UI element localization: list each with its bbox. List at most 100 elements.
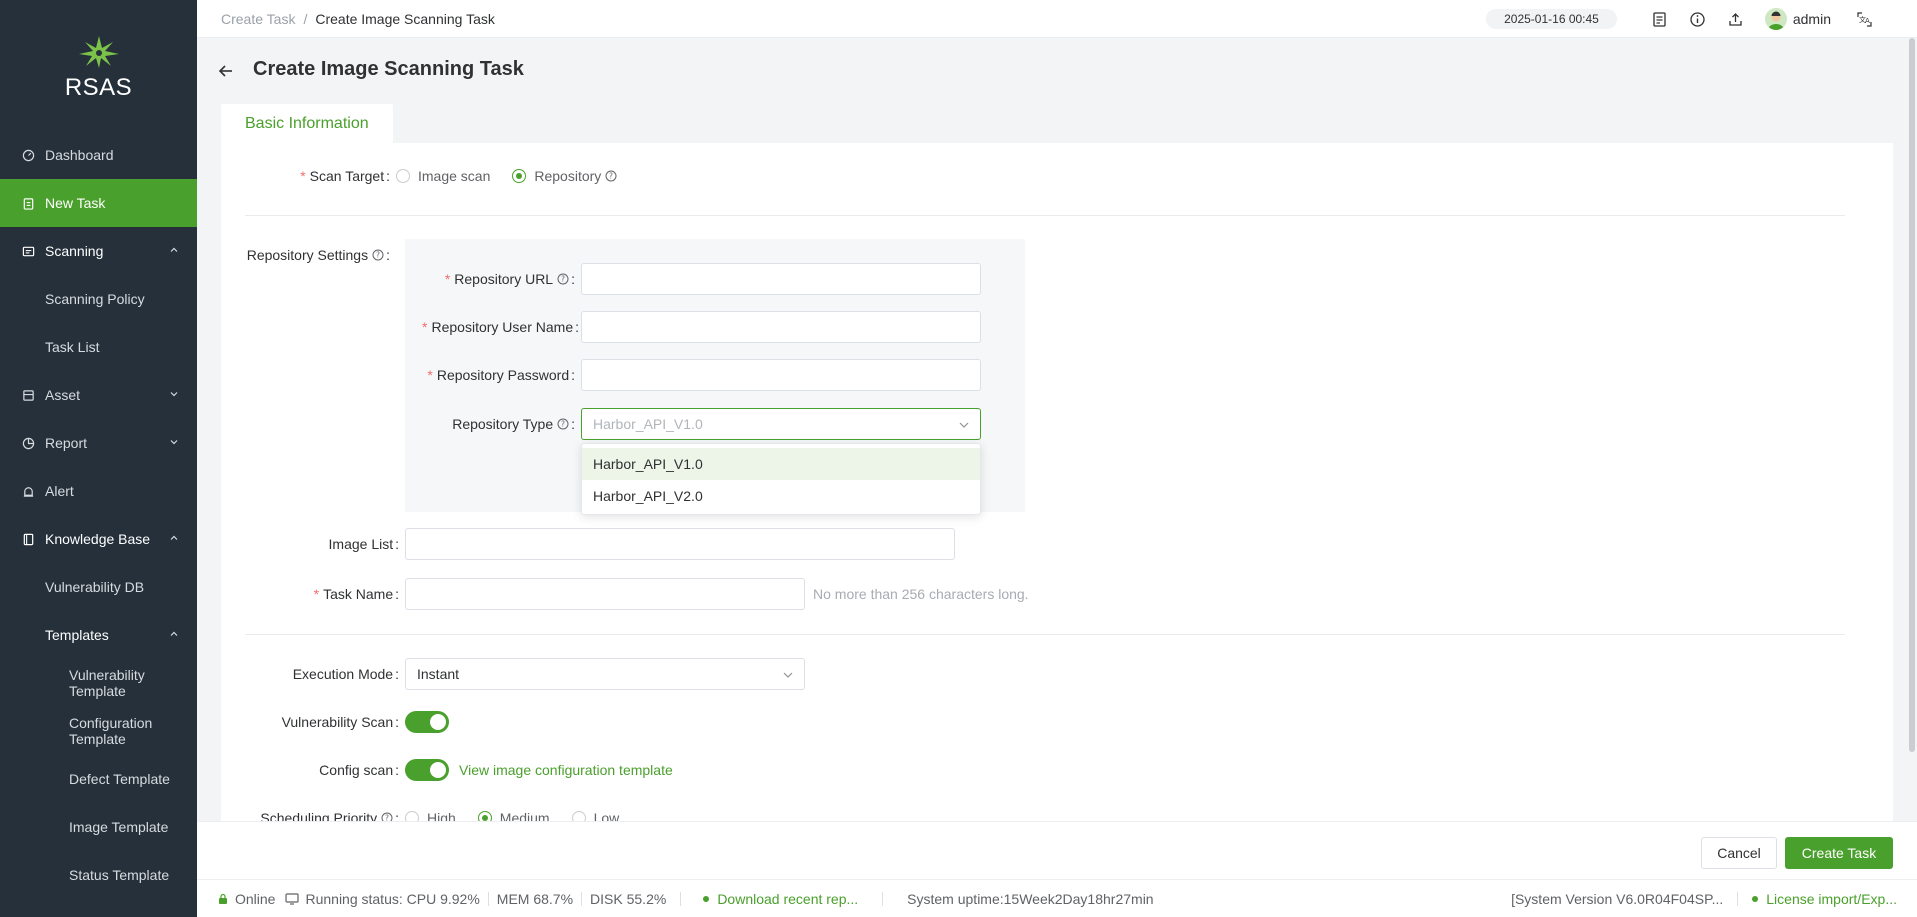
help-icon[interactable]: ? — [557, 418, 569, 430]
vuln-scan-label: Vulnerability Scan: — [281, 714, 399, 730]
sidebar-item-scanning[interactable]: Scanning — [0, 227, 197, 275]
status-separator — [487, 891, 489, 906]
sidebar-item-asset[interactable]: Asset — [0, 371, 197, 419]
help-icon[interactable]: ? — [381, 812, 393, 821]
sidebar-item-label: Scanning — [45, 243, 104, 259]
clipboard-icon — [21, 196, 35, 210]
repo-user-label: * Repository User Name: — [422, 319, 579, 335]
sidebar-item-image-template[interactable]: Image Template — [0, 803, 197, 851]
scan-target-label: * Scan Target: — [300, 168, 390, 184]
language-icon[interactable]: 文A — [1855, 10, 1873, 28]
breadcrumb-item-create-task[interactable]: Create Task — [221, 11, 295, 27]
config-scan-row: Config scan: View image configuration te… — [221, 759, 673, 781]
page-title: Create Image Scanning Task — [253, 58, 524, 80]
download-report-link[interactable]: Download recent rep... — [703, 891, 858, 907]
sidebar-item-defect-template[interactable]: Defect Template — [0, 755, 197, 803]
divider — [245, 634, 1845, 635]
image-list-input[interactable] — [405, 528, 955, 560]
repo-type-select[interactable]: Harbor_API_V1.0 — [581, 408, 981, 440]
status-bar: Online Running status: CPU 9.92% MEM 68.… — [197, 879, 1917, 917]
scan-icon — [21, 244, 35, 258]
sidebar-item-label: Configuration Template — [69, 715, 153, 747]
username[interactable]: admin — [1793, 11, 1831, 27]
sidebar-item-label: Status Template — [69, 867, 170, 883]
cancel-button[interactable]: Cancel — [1701, 837, 1777, 869]
execution-mode-label: Execution Mode: — [292, 666, 399, 682]
sidebar-item-vulnerability-db[interactable]: Vulnerability DB — [0, 563, 197, 611]
sidebar-item-label: New Task — [45, 195, 106, 211]
document-icon[interactable] — [1651, 10, 1669, 28]
vuln-scan-toggle[interactable] — [405, 711, 449, 733]
datetime: 2025-01-16 00:45 — [1486, 9, 1617, 29]
sidebar-item-configuration-template[interactable]: Configuration Template — [0, 707, 160, 755]
radio-image-scan[interactable]: Image scan — [396, 168, 490, 184]
repo-password-label: * Repository Password: — [427, 367, 575, 383]
view-config-template-link[interactable]: View image configuration template — [459, 762, 673, 778]
sidebar-item-label: Vulnerability DB — [45, 579, 145, 595]
dashboard-icon — [21, 148, 35, 162]
alarm-icon — [21, 484, 35, 498]
page-scrollbar[interactable] — [1909, 38, 1915, 752]
sidebar-item-label: Defect Template — [69, 771, 170, 787]
sidebar-item-scanning-policy[interactable]: Scanning Policy — [0, 275, 197, 323]
sidebar-item-label: Image Template — [69, 819, 169, 835]
task-name-input[interactable] — [405, 578, 805, 610]
monitor-icon — [285, 892, 300, 905]
app-name: RSAS — [64, 74, 133, 101]
sidebar-item-status-template[interactable]: Status Template — [0, 851, 197, 899]
vuln-scan-row: Vulnerability Scan: — [221, 711, 449, 733]
repo-url-row: * Repository URL ? : — [405, 263, 981, 295]
repo-user-input[interactable] — [581, 311, 981, 343]
sidebar-item-templates[interactable]: Templates — [0, 611, 197, 659]
back-arrow-icon[interactable] — [217, 62, 235, 80]
chevron-up-icon — [170, 247, 178, 252]
sidebar-item-task-list[interactable]: Task List — [0, 323, 197, 371]
sidebar-item-knowledge-base[interactable]: Knowledge Base — [0, 515, 197, 563]
task-name-row: * Task Name: No more than 256 characters… — [221, 578, 1029, 610]
sidebar-item-label: Vulnerability Template — [69, 667, 145, 699]
sidebar-item-label: Alert — [45, 483, 74, 499]
license-link[interactable]: License import/Exp... — [1752, 891, 1897, 907]
radio-priority-low[interactable]: Low — [571, 810, 619, 821]
help-icon[interactable]: ? — [372, 249, 384, 261]
sidebar-item-alert[interactable]: Alert — [0, 467, 197, 515]
sidebar-item-dashboard[interactable]: Dashboard — [0, 131, 197, 179]
info-icon[interactable] — [1689, 10, 1707, 28]
help-icon[interactable]: ? — [605, 170, 617, 182]
image-list-row: Image List: — [221, 528, 955, 560]
avatar[interactable] — [1764, 8, 1787, 30]
radio-priority-medium[interactable]: Medium — [477, 810, 550, 821]
repo-type-row: Repository Type ? : Harbor_API_V1.0 — [405, 408, 981, 440]
execution-mode-select[interactable]: Instant — [405, 658, 805, 690]
sidebar-item-report[interactable]: Report — [0, 419, 197, 467]
svg-text:?: ? — [376, 251, 380, 260]
status-separator — [581, 891, 583, 906]
status-separator — [1737, 891, 1739, 906]
tab-basic-information[interactable]: Basic Information — [221, 104, 393, 144]
logo-mark-icon — [78, 36, 119, 68]
help-icon[interactable]: ? — [557, 273, 569, 285]
sidebar-item-vulnerability-template[interactable]: Vulnerability Template — [0, 659, 160, 707]
option-harbor-api-v1[interactable]: Harbor_API_V1.0 — [582, 448, 980, 480]
sidebar-item-new-task[interactable]: New Task — [0, 179, 197, 227]
option-harbor-api-v2[interactable]: Harbor_API_V2.0 — [582, 480, 980, 512]
disk-status: DISK 55.2% — [590, 890, 667, 907]
create-task-button[interactable]: Create Task — [1785, 837, 1893, 869]
report-icon — [21, 436, 35, 450]
tab-bar: Basic Information — [221, 104, 393, 144]
radio-priority-high[interactable]: High — [405, 810, 456, 821]
sidebar-menu: Dashboard New Task Scanning Scanning Pol… — [0, 131, 197, 899]
status-dot — [703, 895, 710, 902]
svg-text:?: ? — [385, 814, 389, 821]
chevron-down-icon — [170, 392, 178, 397]
divider — [245, 215, 1845, 216]
config-scan-toggle[interactable] — [405, 759, 449, 781]
logo: RSAS — [0, 34, 197, 102]
sidebar-item-label: Dashboard — [45, 147, 114, 163]
sidebar-item-label: Report — [45, 435, 88, 451]
repo-url-input[interactable] — [581, 263, 981, 295]
repo-password-input[interactable] — [581, 359, 981, 391]
upload-icon[interactable] — [1727, 10, 1745, 28]
breadcrumb-separator: / — [303, 10, 308, 27]
radio-repository[interactable]: Repository ? — [512, 168, 617, 184]
